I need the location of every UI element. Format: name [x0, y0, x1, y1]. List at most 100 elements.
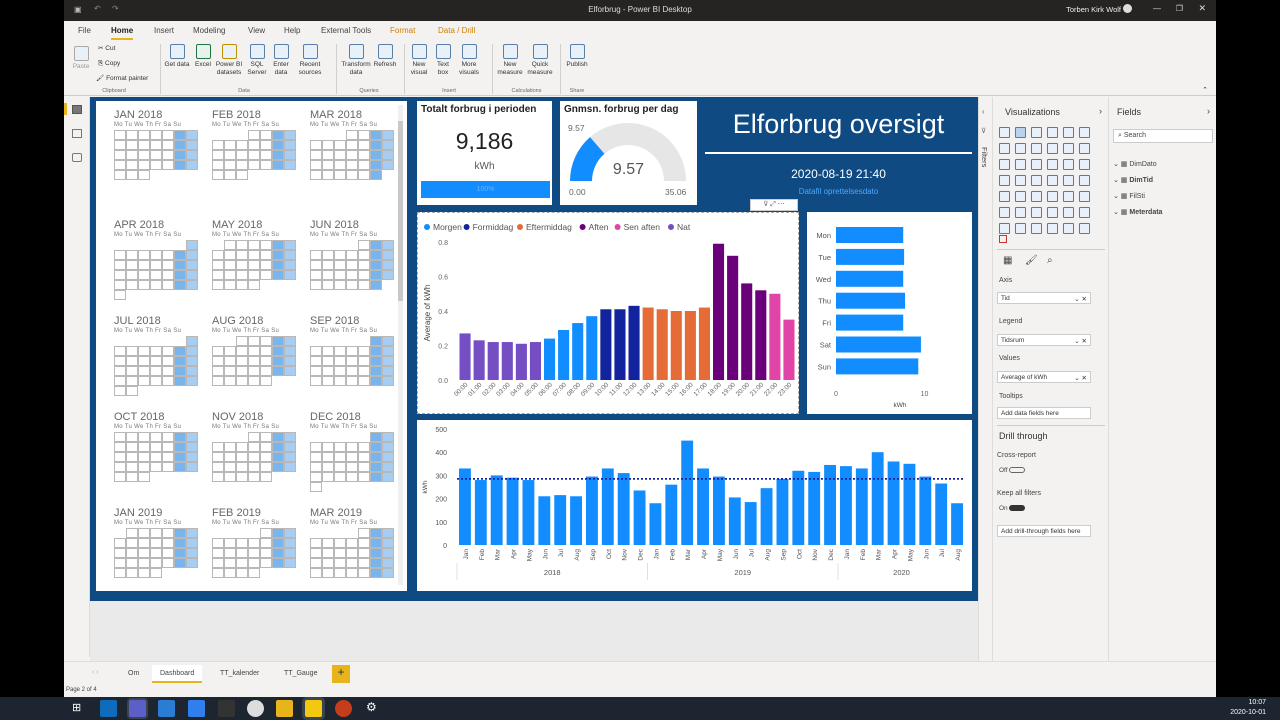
- calendar-day[interactable]: [212, 336, 224, 346]
- visual-type-icon[interactable]: [1047, 223, 1058, 234]
- calendar-day[interactable]: [358, 150, 370, 160]
- calendar-day[interactable]: [224, 280, 236, 290]
- calendar-day[interactable]: [334, 356, 346, 366]
- calendar-day[interactable]: [358, 356, 370, 366]
- calendar-day[interactable]: [186, 160, 198, 170]
- recent-sources-button[interactable]: Recent sources: [294, 44, 326, 77]
- calendar-day[interactable]: [310, 280, 322, 290]
- calendar-day[interactable]: [248, 558, 260, 568]
- legend-well[interactable]: Tidsrum ⌄ ✕: [997, 334, 1091, 346]
- calendar-day[interactable]: [346, 336, 358, 346]
- close-icon[interactable]: ✕: [1198, 3, 1206, 14]
- calendar-day[interactable]: [186, 336, 198, 346]
- calendar-day[interactable]: [138, 270, 150, 280]
- calendar-day[interactable]: [382, 432, 394, 442]
- calendar-day[interactable]: [224, 462, 236, 472]
- visual-type-icon[interactable]: [1015, 143, 1026, 154]
- calendar-day[interactable]: [358, 160, 370, 170]
- calendar-day[interactable]: [224, 528, 236, 538]
- visual-type-icon[interactable]: [1047, 175, 1058, 186]
- calendar-day[interactable]: [322, 250, 334, 260]
- calendar-day[interactable]: [370, 140, 382, 150]
- calendar-day[interactable]: [138, 130, 150, 140]
- calendar-day[interactable]: [322, 336, 334, 346]
- calendar-day[interactable]: [370, 376, 382, 386]
- calendar-day[interactable]: [224, 366, 236, 376]
- calendar-day[interactable]: [224, 260, 236, 270]
- calendar-day[interactable]: [150, 336, 162, 346]
- calendar-day[interactable]: [174, 548, 186, 558]
- calendar-day[interactable]: [224, 376, 236, 386]
- calendar-day[interactable]: [272, 432, 284, 442]
- calendar-day[interactable]: [150, 250, 162, 260]
- calendar-day[interactable]: [310, 250, 322, 260]
- calendar-day[interactable]: [138, 150, 150, 160]
- visual-type-icon[interactable]: [1015, 127, 1026, 138]
- calendar-day[interactable]: [174, 270, 186, 280]
- settings-icon[interactable]: ⚙: [366, 700, 377, 714]
- calendar-day[interactable]: [126, 250, 138, 260]
- calendar-day[interactable]: [174, 558, 186, 568]
- calendar-day[interactable]: [382, 376, 394, 386]
- calendar-day[interactable]: [284, 240, 296, 250]
- calendar-day[interactable]: [272, 356, 284, 366]
- calendar-day[interactable]: [126, 432, 138, 442]
- calendar-day[interactable]: [138, 386, 150, 396]
- calendar-day[interactable]: [346, 140, 358, 150]
- clock[interactable]: 10:07 2020-10-01: [1230, 698, 1266, 718]
- calendar-day[interactable]: [174, 366, 186, 376]
- cross-report-toggle[interactable]: Off: [999, 467, 1026, 474]
- calendar-day[interactable]: [382, 366, 394, 376]
- calendar-day[interactable]: [186, 130, 198, 140]
- visual-type-icon[interactable]: [1063, 159, 1074, 170]
- calendar-day[interactable]: [138, 346, 150, 356]
- axis-well[interactable]: Tid ⌄ ✕: [997, 292, 1091, 304]
- calendar-day[interactable]: [322, 376, 334, 386]
- calendar-day[interactable]: [382, 462, 394, 472]
- calendar-day[interactable]: [334, 376, 346, 386]
- calendar-day[interactable]: [248, 568, 260, 578]
- calendar-day[interactable]: [310, 538, 322, 548]
- visual-header-icons[interactable]: ⊽ ⤢ ⋯: [750, 199, 798, 211]
- calendar-day[interactable]: [334, 170, 346, 180]
- calendar-day[interactable]: [334, 482, 346, 492]
- calendar-day[interactable]: [310, 548, 322, 558]
- calendar-day[interactable]: [186, 280, 198, 290]
- calendar-day[interactable]: [284, 150, 296, 160]
- calendar-day[interactable]: [284, 140, 296, 150]
- calendar-day[interactable]: [370, 366, 382, 376]
- calendar-day[interactable]: [334, 538, 346, 548]
- tab-insert[interactable]: Insert: [154, 26, 174, 35]
- calendar-day[interactable]: [284, 160, 296, 170]
- calendar-day[interactable]: [114, 240, 126, 250]
- calendar-day[interactable]: [370, 482, 382, 492]
- tab-format[interactable]: Format: [390, 26, 415, 35]
- collapse-vis-icon[interactable]: ›: [1099, 106, 1102, 116]
- calendar-day[interactable]: [284, 366, 296, 376]
- calendar-day[interactable]: [212, 260, 224, 270]
- calendar-day[interactable]: [126, 356, 138, 366]
- calendar-visual[interactable]: JAN 2018 Mo Tu We Th Fr Sa Su FEB 2018 Mo T…: [96, 101, 407, 591]
- calendar-day[interactable]: [310, 270, 322, 280]
- calendar-day[interactable]: [248, 548, 260, 558]
- calendar-day[interactable]: [382, 280, 394, 290]
- excel-button[interactable]: Excel: [192, 44, 214, 69]
- calendar-day[interactable]: [174, 432, 186, 442]
- calendar-day[interactable]: [224, 240, 236, 250]
- gauge-card[interactable]: Gnmsn. forbrug per dag 9.57 9.57 0.00 35…: [560, 101, 697, 205]
- calendar-day[interactable]: [114, 150, 126, 160]
- visual-type-icon[interactable]: [1031, 143, 1042, 154]
- redo-icon[interactable]: ↷: [112, 4, 119, 13]
- calendar-day[interactable]: [382, 270, 394, 280]
- visual-studio-icon[interactable]: [158, 700, 175, 717]
- calendar-day[interactable]: [260, 472, 272, 482]
- calendar-day[interactable]: [186, 356, 198, 366]
- calendar-day[interactable]: [382, 250, 394, 260]
- calendar-day[interactable]: [358, 336, 370, 346]
- calendar-day[interactable]: [334, 472, 346, 482]
- calendar-day[interactable]: [126, 270, 138, 280]
- calendar-day[interactable]: [272, 462, 284, 472]
- calendar-day[interactable]: [248, 346, 260, 356]
- power-bi-icon[interactable]: [305, 700, 322, 717]
- visual-type-icon[interactable]: [1079, 223, 1090, 234]
